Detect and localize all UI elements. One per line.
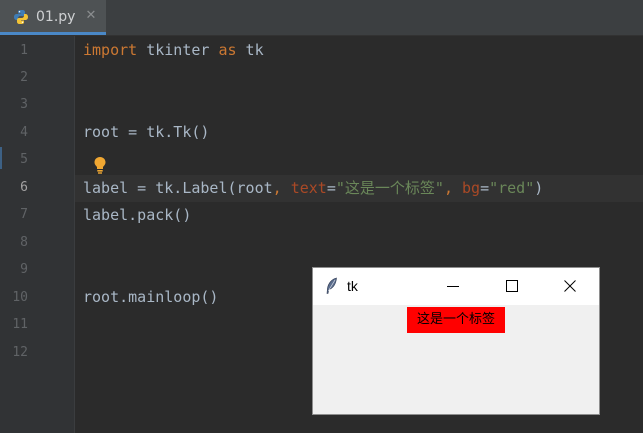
string-red: "red" (489, 179, 535, 197)
tk-window-body: 这是一个标签 (313, 305, 599, 414)
code-label-assign: label = tk.Label(root (83, 179, 273, 197)
module-alias: tk (236, 41, 264, 59)
minimize-icon (447, 286, 459, 287)
tk-label: 这是一个标签 (407, 307, 505, 333)
tk-title-bar[interactable]: tk (313, 268, 599, 305)
equals: = (480, 179, 490, 197)
close-icon (564, 280, 576, 292)
line-number: 1 (20, 43, 28, 58)
tk-feather-icon (326, 277, 337, 294)
code-line-7[interactable]: label.pack() (83, 202, 191, 229)
line-number-gutter: 1 2 3 4 5 6 7 8 9 10 11 12 (0, 36, 75, 433)
minimize-button[interactable] (430, 268, 476, 305)
python-file-icon (14, 10, 28, 24)
equals: = (326, 179, 336, 197)
line-number: 12 (12, 345, 28, 360)
line-number: 5 (20, 152, 28, 167)
code-line-4[interactable]: root = tk.Tk() (83, 119, 209, 146)
close-paren: ) (534, 179, 544, 197)
ide-window: 01.py ✕ 1 2 3 4 5 6 7 8 9 10 11 12 impor… (0, 0, 643, 433)
maximize-button[interactable] (489, 268, 535, 305)
close-button[interactable] (547, 268, 593, 305)
keyword-as: as (218, 41, 237, 59)
comma: , (272, 179, 291, 197)
line-number: 9 (20, 262, 28, 277)
line-number-active: 6 (20, 180, 28, 195)
param-text: text (290, 179, 327, 197)
tk-window-title: tk (347, 278, 358, 294)
line-number: 11 (12, 317, 28, 332)
maximize-icon (506, 280, 518, 292)
line-number: 7 (20, 207, 28, 222)
module-name: tkinter (137, 41, 219, 59)
code-line-6[interactable]: label = tk.Label(root, text="这是一个标签", bg… (83, 175, 543, 202)
tab-01-py[interactable]: 01.py ✕ (0, 0, 106, 35)
line-number: 10 (12, 290, 28, 305)
line-number: 2 (20, 70, 28, 85)
code-line-10[interactable]: root.mainloop() (83, 284, 218, 311)
string-label-text: "这是一个标签" (335, 179, 444, 197)
lightbulb-icon[interactable] (91, 154, 109, 176)
line-number: 8 (20, 235, 28, 250)
line-number: 4 (20, 125, 28, 140)
editor-tab-bar: 01.py ✕ (0, 0, 643, 36)
line-number: 3 (20, 97, 28, 112)
param-bg: bg (462, 179, 481, 197)
keyword-import: import (83, 41, 138, 59)
tk-window[interactable]: tk 这是一个标签 (312, 267, 600, 415)
comma: , (443, 179, 462, 197)
tab-filename: 01.py (36, 9, 76, 25)
tab-close-icon[interactable]: ✕ (84, 9, 98, 23)
code-line-1[interactable]: import tkinter as tk (83, 37, 264, 64)
